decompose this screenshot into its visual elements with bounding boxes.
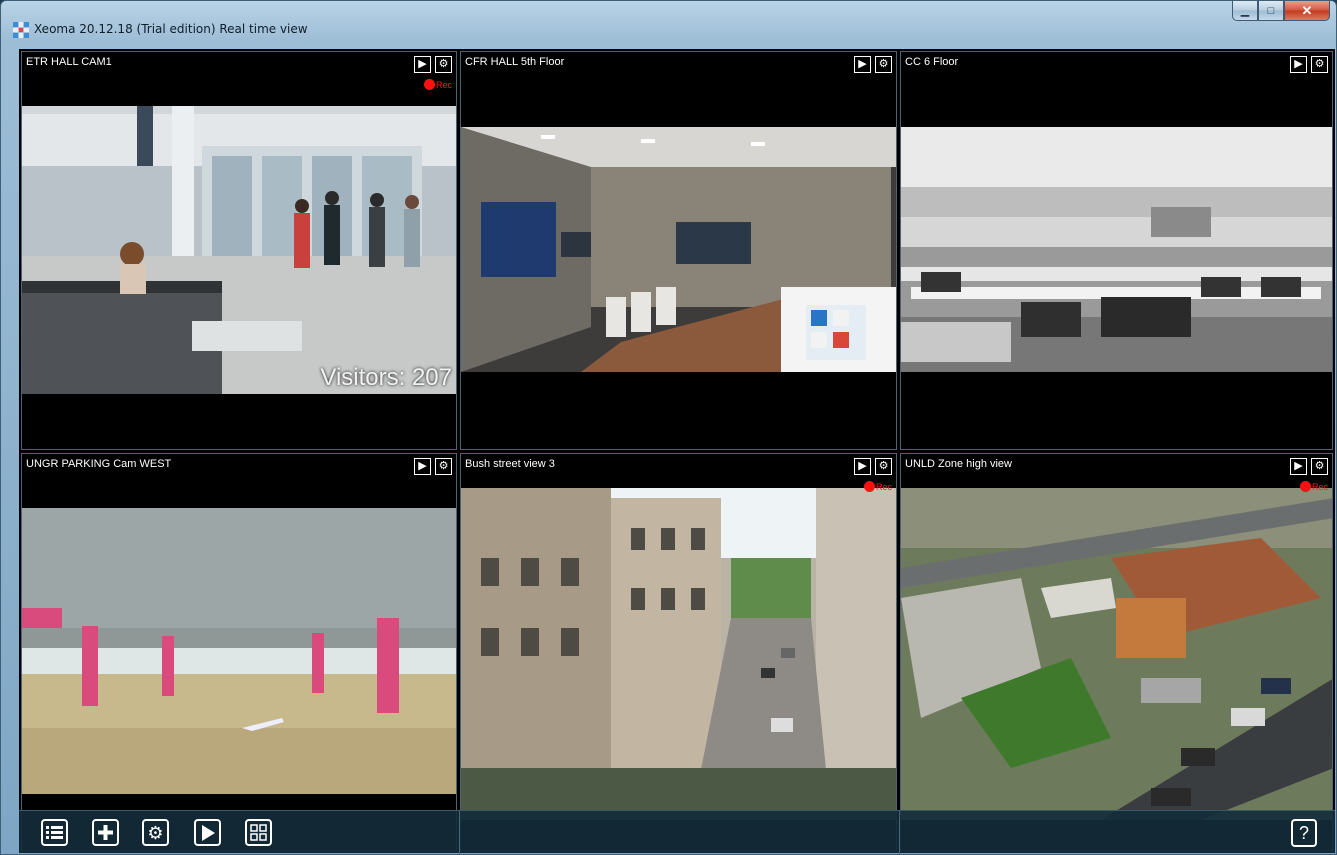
play-icon[interactable]: ▶ [414,458,431,475]
close-button[interactable]: ✕ [1284,1,1330,21]
play-icon[interactable]: ▶ [854,458,871,475]
gear-icon[interactable]: ⚙ [1311,458,1328,475]
minimize-button[interactable]: ▁ [1232,1,1258,21]
play-icon[interactable] [194,819,221,846]
rec-dot-icon [863,481,875,492]
camera-feed[interactable] [461,127,896,372]
bottom-toolbar: ⚙ ? [19,810,1335,854]
recording-indicator: Rec [863,481,892,492]
help-button[interactable]: ? [1291,819,1317,847]
camera-feed[interactable] [461,488,896,820]
camera-grid: Visitors: 207 ETR HALL CAM1 ▶ ⚙ Rec CFR … [19,49,1335,853]
rec-dot-icon [1299,481,1311,492]
camera-name: CFR HALL 5th Floor [465,56,565,68]
list-icon[interactable] [41,819,68,846]
camera-cell[interactable]: UNGR PARKING Cam WEST ▶ ⚙ [21,453,457,851]
camera-cell[interactable]: Bush street view 3 ▶ ⚙ Rec [460,453,897,851]
play-icon[interactable]: ▶ [414,56,431,73]
divider [459,811,460,854]
gear-icon[interactable]: ⚙ [875,56,892,73]
recording-indicator: Rec [423,79,452,90]
divider [899,811,900,854]
gear-icon[interactable]: ⚙ [435,56,452,73]
camera-cell[interactable]: CFR HALL 5th Floor ▶ ⚙ [460,51,897,450]
camera-feed[interactable]: Visitors: 207 [22,106,456,394]
gear-icon[interactable]: ⚙ [1311,56,1328,73]
title-bar[interactable]: Xeoma 20.12.18 (Trial edition) Real time… [1,1,1336,43]
camera-feed[interactable] [22,508,456,794]
gear-icon[interactable]: ⚙ [142,819,169,846]
camera-cell[interactable]: UNLD Zone high view ▶ ⚙ Rec [900,453,1333,851]
play-icon[interactable]: ▶ [854,56,871,73]
camera-name: Bush street view 3 [465,458,555,470]
play-icon[interactable]: ▶ [1290,458,1307,475]
visitor-count-overlay: Visitors: 207 [320,364,452,391]
play-icon[interactable]: ▶ [1290,56,1307,73]
maximize-button[interactable]: □ [1258,1,1284,21]
gear-icon[interactable]: ⚙ [435,458,452,475]
xeoma-logo-icon [13,22,29,38]
gear-icon[interactable]: ⚙ [875,458,892,475]
camera-name: UNGR PARKING Cam WEST [26,458,172,470]
layout-grid-icon[interactable] [245,819,272,846]
plus-icon[interactable] [92,819,119,846]
camera-cell[interactable]: CC 6 Floor ▶ ⚙ [900,51,1333,450]
camera-name: CC 6 Floor [905,56,959,68]
camera-feed[interactable] [901,127,1332,372]
camera-feed[interactable] [901,488,1332,820]
camera-name: ETR HALL CAM1 [26,56,112,68]
recording-indicator: Rec [1299,481,1328,492]
rec-dot-icon [423,79,435,90]
camera-cell[interactable]: Visitors: 207 ETR HALL CAM1 ▶ ⚙ Rec [21,51,457,450]
camera-name: UNLD Zone high view [905,458,1012,470]
window-title: Xeoma 20.12.18 (Trial edition) Real time… [34,22,308,36]
